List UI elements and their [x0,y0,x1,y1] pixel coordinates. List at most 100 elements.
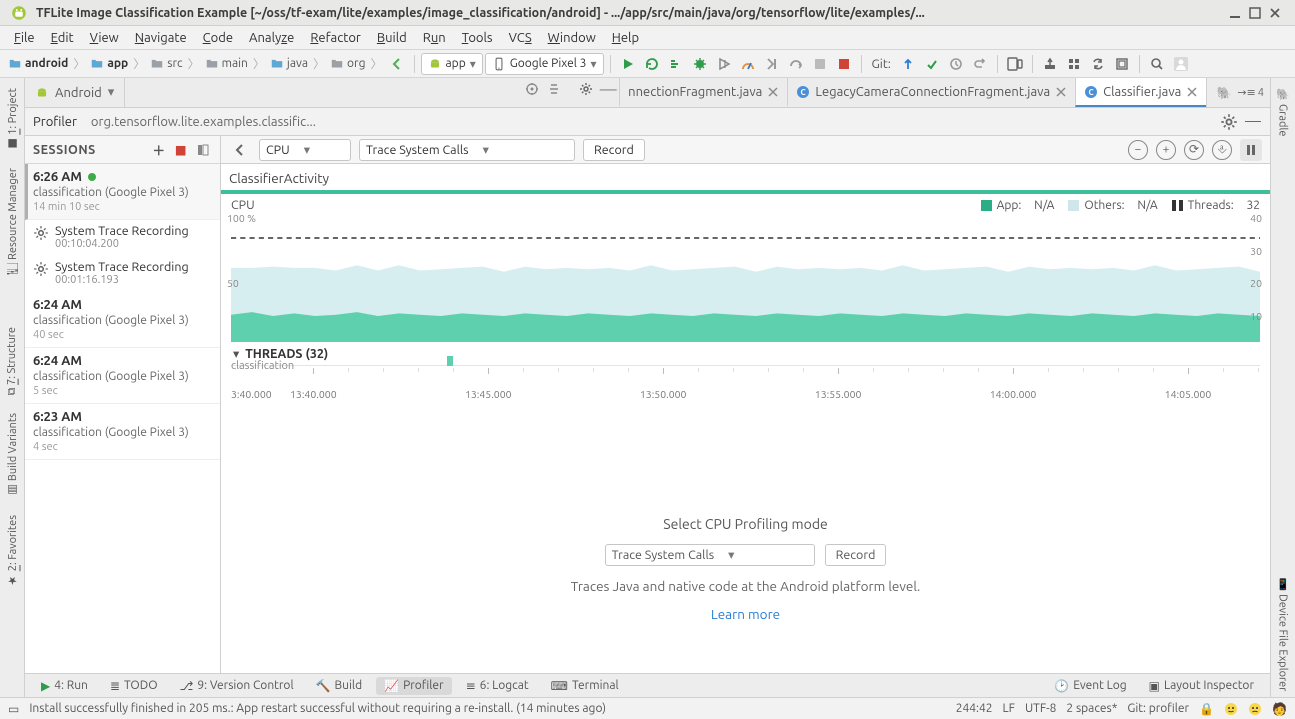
minimize-tool-window-icon[interactable]: — [1244,113,1262,131]
editor-tab-connection-fragment[interactable]: nnectionFragment.java [619,78,787,107]
attach-debugger-icon[interactable] [761,53,783,75]
editor-tab-classifier[interactable]: C Classifier.java [1075,78,1206,107]
crumb-app[interactable]: app [86,57,132,71]
bottom-tab-todo[interactable]: ≣TODO [102,677,166,695]
menu-tools[interactable]: Tools [454,29,501,47]
back-icon[interactable] [229,139,251,161]
apply-changes-icon[interactable] [641,53,663,75]
trace-mode-select[interactable]: Trace System Calls▾ [359,139,575,161]
session-item[interactable]: 6:24 AM classification (Google Pixel 3) … [25,292,220,348]
search-everywhere-icon[interactable] [1146,53,1168,75]
bottom-tab-profiler[interactable]: 📈Profiler [376,677,452,695]
run-config-select[interactable]: app▾ [421,53,483,75]
status-line-sep[interactable]: LF [1003,702,1015,715]
inspection-ok-icon[interactable] [1224,702,1238,716]
record-button[interactable]: Record [583,139,645,161]
bottom-tab-terminal[interactable]: ⌨Terminal [543,677,627,695]
recording-item[interactable]: System Trace Recording00:01:16.193 [25,256,220,292]
layout-inspector-icon[interactable] [1111,53,1133,75]
sdk-manager-icon[interactable] [1039,53,1061,75]
hide-tool-window-icon[interactable]: — [597,78,619,100]
zoom-in-icon[interactable]: + [1156,140,1176,160]
pause-icon[interactable] [1240,139,1262,161]
user-icon[interactable] [1170,53,1192,75]
status-encoding[interactable]: UTF-8 [1025,702,1056,715]
threads-header[interactable]: ▾ THREADS (32) [221,342,1270,365]
inspection-warn-icon[interactable] [1248,702,1262,716]
left-tab-favorites[interactable]: ★ 2: Favorites [4,509,21,593]
profile-icon[interactable] [737,53,759,75]
zoom-fit-icon[interactable]: ⟳ [1184,140,1204,160]
elephant-icon[interactable]: 🐘 [1213,82,1235,104]
close-icon[interactable] [1186,86,1198,98]
coverage-icon[interactable] [713,53,735,75]
session-item[interactable]: 6:23 AM classification (Google Pixel 3) … [25,404,220,460]
cpu-chart[interactable]: 100 % 50 40 30 20 10 [231,212,1260,342]
crumb-android[interactable]: android [4,57,72,71]
target-select-icon[interactable] [521,78,543,100]
git-history-icon[interactable] [945,53,967,75]
crumb-src[interactable]: src [146,57,186,71]
menu-code[interactable]: Code [195,29,241,47]
collapse-all-icon[interactable] [543,78,565,100]
apply-code-changes-icon[interactable] [665,53,687,75]
gear-icon[interactable] [1220,113,1238,131]
close-icon[interactable] [767,86,779,98]
tabs-overflow-count[interactable]: →≡4 [1237,86,1264,99]
menu-vcs[interactable]: VCS [501,29,540,47]
menu-view[interactable]: View [82,29,127,47]
status-indent[interactable]: 2 spaces* [1066,702,1117,715]
run-icon[interactable] [617,53,639,75]
status-caret-pos[interactable]: 244:42 [956,702,993,715]
step-over-icon[interactable] [785,53,807,75]
left-tab-structure[interactable]: ⧉ 7: Structure [4,321,20,401]
stop-icon[interactable] [833,53,855,75]
nav-back-icon[interactable] [386,53,408,75]
memory-indicator-icon[interactable]: 🧑 [1272,702,1287,716]
status-toggle-icon[interactable]: ▭ [8,702,19,716]
avd-manager-icon[interactable] [1004,53,1026,75]
zoom-selection-icon[interactable]: ⎀ [1212,140,1232,160]
menu-window[interactable]: Window [540,29,604,47]
menu-refactor[interactable]: Refactor [302,29,369,47]
minimize-button[interactable] [1225,3,1245,23]
left-tab-project[interactable]: ■ 1: Project [4,82,21,156]
sync-gradle-icon[interactable] [1087,53,1109,75]
resource-manager-icon[interactable] [1063,53,1085,75]
menu-build[interactable]: Build [369,29,415,47]
metric-select[interactable]: CPU▾ [259,139,351,161]
bottom-tab-layout-inspector[interactable]: ▣Layout Inspector [1141,677,1262,695]
profiler-process[interactable]: org.tensorflow.lite.examples.classific..… [91,115,1214,129]
device-select[interactable]: Google Pixel 3▾ [485,53,604,75]
left-tab-resource-manager[interactable]: 🗂 Resource Manager [4,162,21,282]
menu-run[interactable]: Run [415,29,454,47]
right-tab-gradle[interactable]: 🐘 Gradle [1275,82,1292,142]
crumb-main[interactable]: main [201,57,252,71]
zoom-out-icon[interactable]: − [1128,140,1148,160]
close-icon[interactable] [1055,86,1067,98]
menu-file[interactable]: File [6,29,43,47]
bottom-tab-build[interactable]: 🔨Build [308,677,371,695]
close-button[interactable] [1265,3,1285,23]
collapse-sessions-icon[interactable] [194,141,212,159]
maximize-button[interactable] [1245,3,1265,23]
settings-gear-icon[interactable] [575,78,597,100]
learn-more-link[interactable]: Learn more [711,606,780,622]
crumb-java[interactable]: java [266,57,312,71]
recording-item[interactable]: System Trace Recording00:10:04.200 [25,220,220,256]
git-update-icon[interactable] [897,53,919,75]
crumb-org[interactable]: org [326,57,369,71]
menu-edit[interactable]: Edit [43,29,82,47]
bottom-tab-logcat[interactable]: ≡6: Logcat [458,677,537,695]
cpu-mode-record-button[interactable]: Record [825,544,887,566]
lock-icon[interactable]: 🔒 [1199,702,1214,716]
add-session-icon[interactable]: ＋ [150,141,168,159]
android-tool-dropdown[interactable]: Android ▾ [25,78,125,107]
menu-navigate[interactable]: Navigate [127,29,195,47]
bottom-tab-run[interactable]: ▶4: Run [33,677,96,695]
chevron-down-icon[interactable]: ▾ [233,346,239,361]
timeline[interactable]: classification 3:40.00013:40.00013:45.00… [231,365,1260,409]
right-tab-device-file-explorer[interactable]: 📱 Device File Explorer [1275,572,1292,697]
session-item[interactable]: 6:24 AM classification (Google Pixel 3) … [25,348,220,404]
stop-session-icon[interactable]: ■ [172,141,190,159]
